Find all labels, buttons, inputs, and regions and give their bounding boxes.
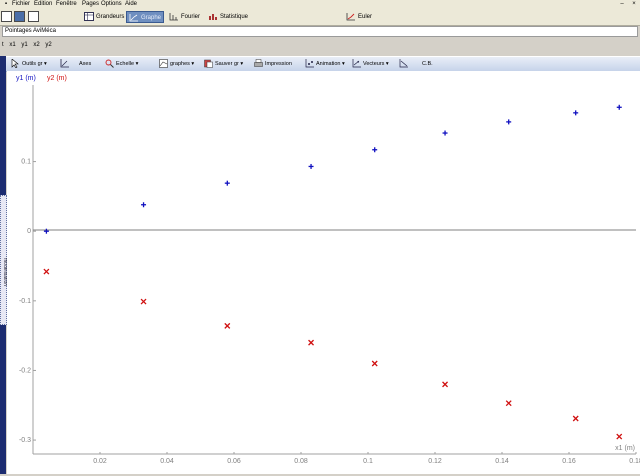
graphs-icon	[159, 59, 168, 68]
y1-data-point[interactable]	[224, 180, 230, 186]
euler-icon	[346, 12, 356, 21]
y2-data-point[interactable]	[140, 298, 147, 305]
axes-icon	[60, 59, 69, 68]
close-icon[interactable]: ×	[631, 1, 637, 7]
y1-data-point[interactable]	[141, 202, 147, 208]
modelisation-tab[interactable]: modélisation	[0, 195, 8, 325]
vectors-button[interactable]: Vecteurs ▾	[352, 59, 389, 69]
x-tick-label: 0.18	[629, 458, 640, 465]
y-tick-label: 0.1	[21, 159, 31, 166]
x-tick-label: 0.02	[93, 458, 107, 465]
y1-data-point[interactable]	[616, 104, 622, 110]
x-tick-label: 0.1	[363, 458, 373, 465]
plot-area[interactable]: y1 (m) y2 (m) x1 (m) 0.02 0.04 0.06 0.08 0.1…	[7, 71, 640, 474]
app-icon: ▪	[4, 1, 8, 7]
menu-edition[interactable]: Edition	[34, 1, 52, 7]
animation-icon	[305, 59, 314, 68]
save-file-icon[interactable]	[28, 11, 39, 22]
table-icon	[84, 11, 94, 21]
x-tick-label: 0.08	[294, 458, 308, 465]
chart-axes	[32, 85, 636, 455]
vectors-icon	[352, 59, 361, 68]
y2-data-point[interactable]	[224, 322, 231, 329]
variable-list: t x1 y1 x2 y2	[2, 42, 56, 51]
x-tick-label: 0.16	[562, 458, 576, 465]
y2-label: y2 (m)	[47, 75, 67, 82]
tab-statistique[interactable]: Statistique	[208, 11, 248, 23]
y2-data-point[interactable]	[442, 381, 449, 388]
y-tick-label: -0.2	[19, 367, 31, 374]
scale-button[interactable]: Echelle ▾	[105, 59, 138, 69]
y2-data-point[interactable]	[616, 433, 623, 440]
graph-tools-button[interactable]: Outils gr ▾	[11, 58, 47, 69]
y2-data-point[interactable]	[572, 415, 579, 422]
graph-icon	[129, 13, 139, 22]
y2-data-point[interactable]	[43, 268, 50, 275]
y2-data-point[interactable]	[371, 360, 378, 367]
open-file-icon[interactable]	[14, 11, 25, 22]
y1-data-point[interactable]	[573, 110, 579, 116]
variable-y1[interactable]: y1	[21, 42, 27, 48]
statistics-icon	[208, 12, 218, 21]
y1-data-point[interactable]	[43, 228, 49, 234]
x-tick-label: 0.14	[495, 458, 509, 465]
tab-grandeurs[interactable]: Grandeurs	[84, 11, 124, 23]
y1-data-point[interactable]	[308, 163, 314, 169]
variable-t[interactable]: t	[2, 42, 4, 48]
y-tick-label: -0.1	[19, 298, 31, 305]
y2-data-point[interactable]	[308, 339, 315, 346]
print-button[interactable]: Impression	[254, 59, 292, 69]
menu-pages[interactable]: Pages	[82, 1, 99, 7]
window-title: Pointages AviMéca	[2, 26, 638, 37]
fourier-icon	[169, 12, 179, 21]
menu-fenetre[interactable]: Fenêtre	[56, 1, 77, 7]
tab-euler[interactable]: Euler	[346, 11, 372, 23]
save-graph-button[interactable]: Sauver gr ▾	[204, 59, 243, 69]
y1-data-point[interactable]	[372, 147, 378, 153]
y1-data-point[interactable]	[442, 130, 448, 136]
y1-label: y1 (m)	[16, 75, 36, 82]
x-tick-label: 0.04	[160, 458, 174, 465]
variable-y2[interactable]: y2	[45, 42, 51, 48]
save-graph-icon	[204, 59, 213, 68]
y-tick-label: -0.3	[19, 437, 31, 444]
x-tick-label: 0.12	[428, 458, 442, 465]
new-file-icon[interactable]	[1, 11, 12, 22]
variable-x1[interactable]: x1	[9, 42, 15, 48]
y-tick-label: 0	[27, 228, 31, 235]
magnifier-icon	[105, 59, 114, 68]
main-toolbar: Grandeurs Graphe Fourier Statistique Eul…	[0, 9, 640, 26]
y2-data-point[interactable]	[505, 400, 512, 407]
graph-toolbar: Outils gr ▾ Axes Echelle ▾ graphes ▾ Sau…	[6, 56, 640, 72]
cb-button[interactable]: C.B.	[399, 59, 433, 69]
tab-fourier[interactable]: Fourier	[169, 11, 200, 23]
menu-options[interactable]: Options	[101, 1, 122, 7]
minimize-icon[interactable]: –	[619, 1, 625, 7]
axes-button[interactable]: Axes	[60, 59, 91, 69]
x-tick-label: 0.06	[227, 458, 241, 465]
menu-fichier[interactable]: Fichier	[12, 1, 30, 7]
printer-icon	[254, 59, 263, 68]
tab-graphe[interactable]: Graphe	[126, 11, 165, 23]
animation-button[interactable]: Animation ▾	[305, 59, 345, 69]
cb-icon	[399, 59, 408, 68]
graphs-button[interactable]: graphes ▾	[159, 59, 194, 69]
menu-bar: Fichier Edition Fenêtre Pages Options Ai…	[0, 0, 640, 9]
variable-x2[interactable]: x2	[33, 42, 39, 48]
y1-data-point[interactable]	[506, 119, 512, 125]
cursor-icon	[11, 58, 20, 69]
menu-aide[interactable]: Aide	[125, 1, 137, 7]
scatter-chart[interactable]: y1 (m) y2 (m) x1 (m) 0.02 0.04 0.06 0.08 0.1…	[7, 71, 640, 474]
x-axis-label: x1 (m)	[615, 445, 635, 452]
